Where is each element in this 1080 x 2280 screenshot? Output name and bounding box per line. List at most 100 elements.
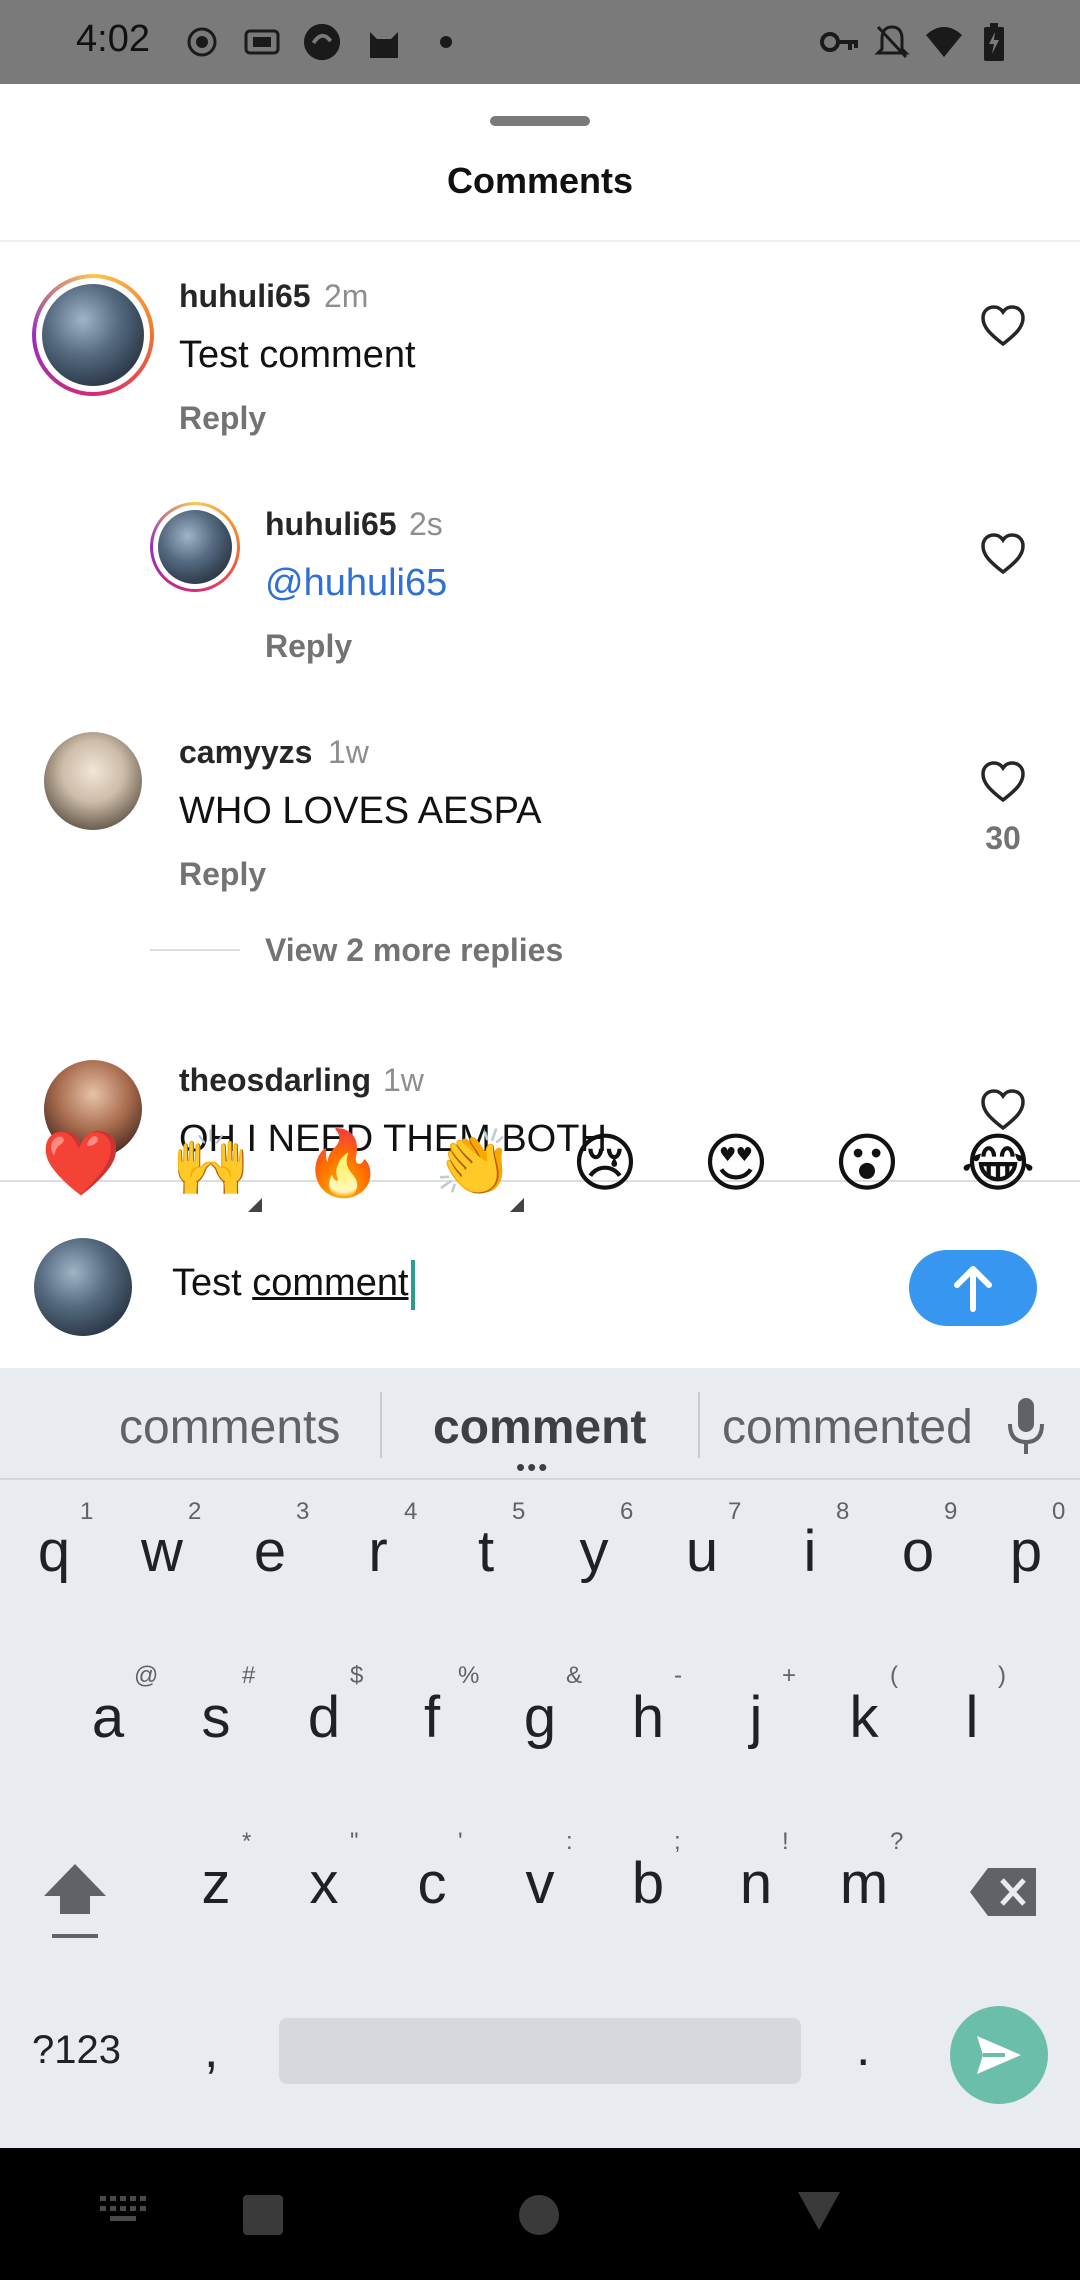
app-icon [302, 22, 342, 62]
key-hint: 2 [188, 1498, 202, 1525]
key-j[interactable]: j [706, 1684, 806, 1751]
key-m[interactable]: m [814, 1850, 914, 1917]
microphone-icon[interactable] [1006, 1396, 1046, 1456]
suggestion-comment[interactable]: comment [433, 1400, 646, 1455]
sheet-title: Comments [446, 160, 634, 201]
avatar[interactable] [150, 502, 240, 592]
comment-username[interactable]: huhuli65 [179, 278, 311, 315]
key-hint: ! [782, 1828, 789, 1855]
home-icon[interactable] [518, 2194, 560, 2236]
space-key[interactable] [279, 2018, 801, 2084]
comment-username[interactable]: huhuli65 [265, 506, 397, 543]
key-hint: 5 [512, 1498, 526, 1525]
key-hint: - [674, 1662, 682, 1689]
period-key[interactable]: . [856, 2018, 870, 2078]
reply-button[interactable]: Reply [265, 628, 352, 665]
key-hint: $ [350, 1662, 364, 1689]
key-y[interactable]: y [544, 1518, 644, 1585]
key-i[interactable]: i [760, 1518, 860, 1585]
suggestion-commented[interactable]: commented [722, 1400, 973, 1455]
suggestion-separator [698, 1392, 700, 1458]
emoji-bar-divider [0, 1180, 1080, 1182]
text-cursor [410, 1260, 415, 1310]
emoji-fire[interactable]: 🔥 [303, 1124, 383, 1204]
key-o[interactable]: o [868, 1518, 968, 1585]
keyboard: comments comment ••• commented q1w2e3r4t… [0, 1368, 1080, 2148]
recents-icon[interactable] [242, 2194, 284, 2236]
emoji-heart-eyes[interactable]: 😍 [696, 1124, 776, 1204]
key-l[interactable]: l [922, 1684, 1022, 1751]
key-g[interactable]: g [490, 1684, 590, 1751]
comment-input[interactable]: Test comment [172, 1260, 415, 1310]
comment-time: 1w [383, 1062, 424, 1098]
key-hint: 0 [1052, 1498, 1066, 1525]
avatar[interactable] [44, 732, 142, 830]
heart-icon[interactable] [980, 304, 1026, 346]
comment-input-prefix: Test [172, 1262, 253, 1305]
reply-button[interactable]: Reply [179, 400, 266, 437]
key-t[interactable]: t [436, 1518, 536, 1585]
key-hint: @ [134, 1662, 159, 1689]
key-k[interactable]: k [814, 1684, 914, 1751]
emoji-crying-face[interactable]: 😢 [565, 1124, 645, 1204]
key-s[interactable]: s [166, 1684, 266, 1751]
symbols-key[interactable]: ?123 [32, 2028, 121, 2073]
key-r[interactable]: r [328, 1518, 428, 1585]
emoji-clapping-hands[interactable]: 👏 [434, 1124, 514, 1204]
comments-list[interactable]: huhuli65 2m Test comment Reply huhuli65 … [0, 242, 1080, 1178]
wifi-icon [924, 22, 964, 62]
emoji-heart[interactable]: ❤️ [41, 1124, 121, 1204]
view-more-replies-button[interactable]: View 2 more replies [265, 932, 563, 969]
key-b[interactable]: b [598, 1850, 698, 1917]
drag-handle[interactable] [490, 116, 590, 126]
key-v[interactable]: v [490, 1850, 590, 1917]
key-x[interactable]: x [274, 1850, 374, 1917]
mention-link[interactable]: @huhuli65 [265, 562, 447, 605]
key-hint: 4 [404, 1498, 418, 1525]
record-icon [182, 22, 222, 62]
back-icon[interactable] [796, 2188, 842, 2232]
key-w[interactable]: w [112, 1518, 212, 1585]
keyboard-switch-icon[interactable] [98, 2194, 148, 2224]
keyboard-divider [0, 1478, 1080, 1480]
emoji-laughing-face[interactable]: 😂 [958, 1124, 1038, 1204]
key-q[interactable]: q [4, 1518, 104, 1585]
like-count: 30 [985, 820, 1021, 856]
bell-off-icon [872, 22, 912, 62]
key-hint: ? [890, 1828, 904, 1855]
comment-text: Test comment [179, 334, 416, 376]
key-c[interactable]: c [382, 1850, 482, 1917]
comma-key[interactable]: , [204, 2020, 218, 2080]
comment-time: 2m [324, 278, 369, 314]
key-hint: ( [890, 1662, 898, 1689]
key-n[interactable]: n [706, 1850, 806, 1917]
key-a[interactable]: a [58, 1684, 158, 1751]
key-hint: & [566, 1662, 583, 1689]
key-d[interactable]: d [274, 1684, 374, 1751]
key-hint: 8 [836, 1498, 850, 1525]
heart-icon[interactable] [980, 532, 1026, 574]
comment-username[interactable]: theosdarling [179, 1062, 371, 1099]
reply-button[interactable]: Reply [179, 856, 266, 893]
navigation-bar [0, 2148, 1080, 2280]
shift-key[interactable] [40, 1860, 110, 1944]
backspace-key[interactable] [968, 1864, 1040, 1920]
key-p[interactable]: p [976, 1518, 1076, 1585]
heart-icon[interactable] [980, 760, 1026, 802]
emoji-raising-hands[interactable]: 🙌 [171, 1124, 251, 1204]
key-hint: ; [674, 1828, 681, 1855]
post-button[interactable] [909, 1250, 1037, 1326]
send-key[interactable] [950, 2006, 1048, 2104]
more-dots-icon[interactable]: ••• [516, 1454, 549, 1480]
avatar[interactable] [32, 274, 154, 396]
key-f[interactable]: f [382, 1684, 482, 1751]
battery-icon [974, 22, 1014, 62]
suggestion-comments[interactable]: comments [119, 1400, 340, 1455]
key-z[interactable]: z [166, 1850, 266, 1917]
comment-username[interactable]: camyyzs [179, 734, 312, 771]
key-e[interactable]: e [220, 1518, 320, 1585]
emoji-surprised-face[interactable]: 😮 [827, 1124, 907, 1204]
key-h[interactable]: h [598, 1684, 698, 1751]
status-time: 4:02 [76, 18, 150, 60]
key-u[interactable]: u [652, 1518, 752, 1585]
